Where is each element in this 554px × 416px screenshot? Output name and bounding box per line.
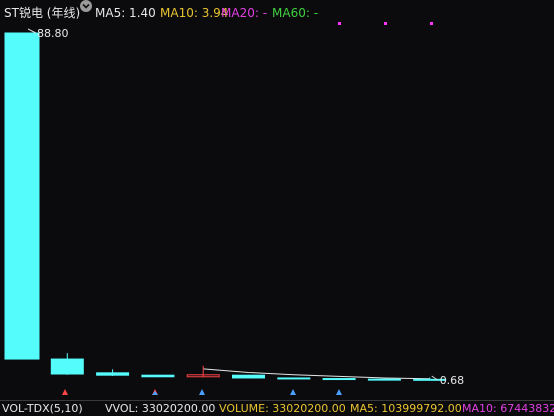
candle-body xyxy=(4,32,40,360)
vol-ma5-value: MA5: 103999792.00 xyxy=(350,402,462,415)
candle-body xyxy=(322,378,356,381)
candle-body xyxy=(141,374,175,378)
ma5-value: MA5: 1.40 xyxy=(95,6,156,20)
candle-body xyxy=(50,358,84,375)
min-price-label: 0.68 xyxy=(440,374,465,387)
ma20-value: MA20: - xyxy=(221,6,268,20)
volume-indicator-bar: VOL-TDX(5,10) VVOL: 33020200.00 VOLUME: … xyxy=(0,400,554,416)
stock-title[interactable]: ST锐电 (年线) xyxy=(4,0,80,26)
candle-body xyxy=(367,378,401,381)
candle-body xyxy=(96,372,130,376)
candle-body xyxy=(277,377,311,380)
volume-value: VOLUME: 33020200.00 xyxy=(219,402,346,415)
candlestick-chart[interactable]: 88.80 0.68 xyxy=(0,0,554,400)
max-price-label: 88.80 xyxy=(37,27,69,40)
event-marker-icon xyxy=(290,389,296,395)
ma60-value: MA60: - xyxy=(272,6,319,20)
candle-body xyxy=(232,374,265,379)
vvol-value: VVOL: 33020200.00 xyxy=(105,402,216,415)
chart-header: ST锐电 (年线) MA5: 1.40 MA10: 3.94 MA20: - M… xyxy=(0,0,554,26)
event-marker-icon xyxy=(199,389,205,395)
max-price-pointer xyxy=(27,28,37,34)
ma10-value: MA10: 3.94 xyxy=(160,6,229,20)
vol-ma10-value: MA10: 67443832 xyxy=(462,402,554,415)
event-marker-icon xyxy=(62,389,68,395)
event-marker-icon xyxy=(336,389,342,395)
event-marker-icon xyxy=(152,391,158,395)
vol-indicator-name[interactable]: VOL-TDX(5,10) xyxy=(2,401,83,416)
chevron-down-icon[interactable] xyxy=(80,0,92,12)
